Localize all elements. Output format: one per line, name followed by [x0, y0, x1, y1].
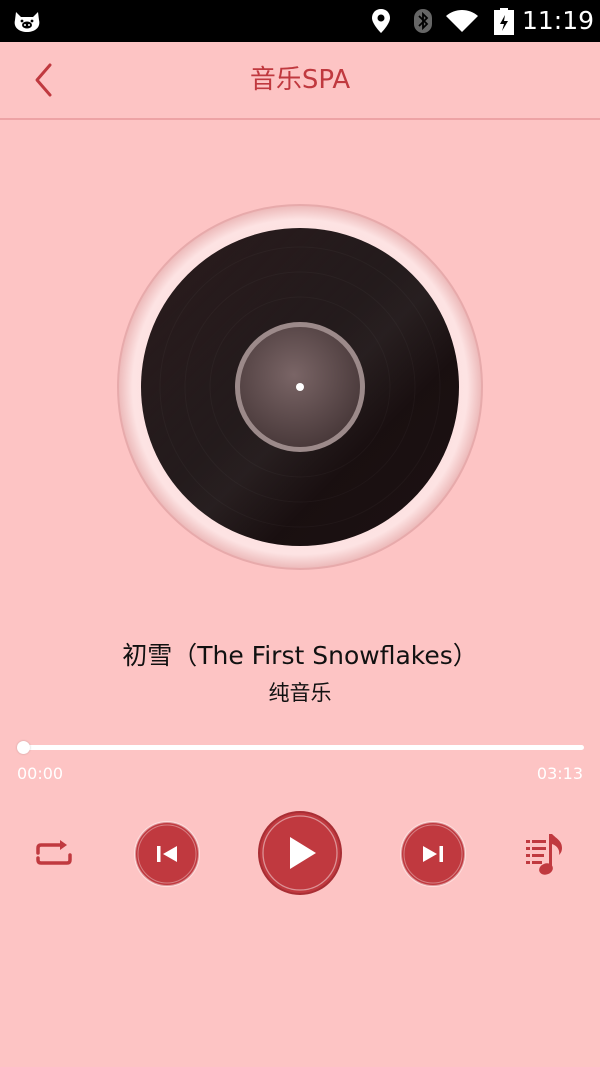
header-bar: 音乐SPA — [0, 42, 600, 120]
total-time: 03:13 — [536, 764, 583, 783]
play-button[interactable] — [257, 810, 343, 896]
progress-thumb[interactable] — [17, 741, 30, 754]
song-artist: 纯音乐 — [268, 681, 332, 705]
status-bar: 11:19 — [0, 0, 600, 42]
previous-button[interactable] — [133, 820, 201, 888]
status-time: 11:19 — [522, 6, 595, 35]
progress-bar[interactable] — [22, 745, 584, 750]
playlist-icon — [526, 834, 562, 875]
repeat-button[interactable] — [32, 836, 76, 872]
album-disc — [116, 203, 484, 571]
song-title: 初雪（The First Snowflakes） — [122, 641, 478, 670]
repeat-icon — [36, 840, 72, 865]
back-button[interactable] — [26, 60, 62, 100]
bluetooth-icon — [414, 9, 432, 33]
location-icon — [372, 9, 390, 33]
wifi-icon — [446, 10, 478, 32]
page-title: 音乐SPA — [249, 65, 351, 95]
current-time: 00:00 — [17, 764, 64, 783]
playlist-button[interactable] — [524, 830, 568, 878]
next-button[interactable] — [399, 820, 467, 888]
app-pig-icon — [14, 12, 40, 32]
battery-charging-icon — [494, 8, 514, 35]
vinyl-record-graphic — [117, 204, 483, 570]
